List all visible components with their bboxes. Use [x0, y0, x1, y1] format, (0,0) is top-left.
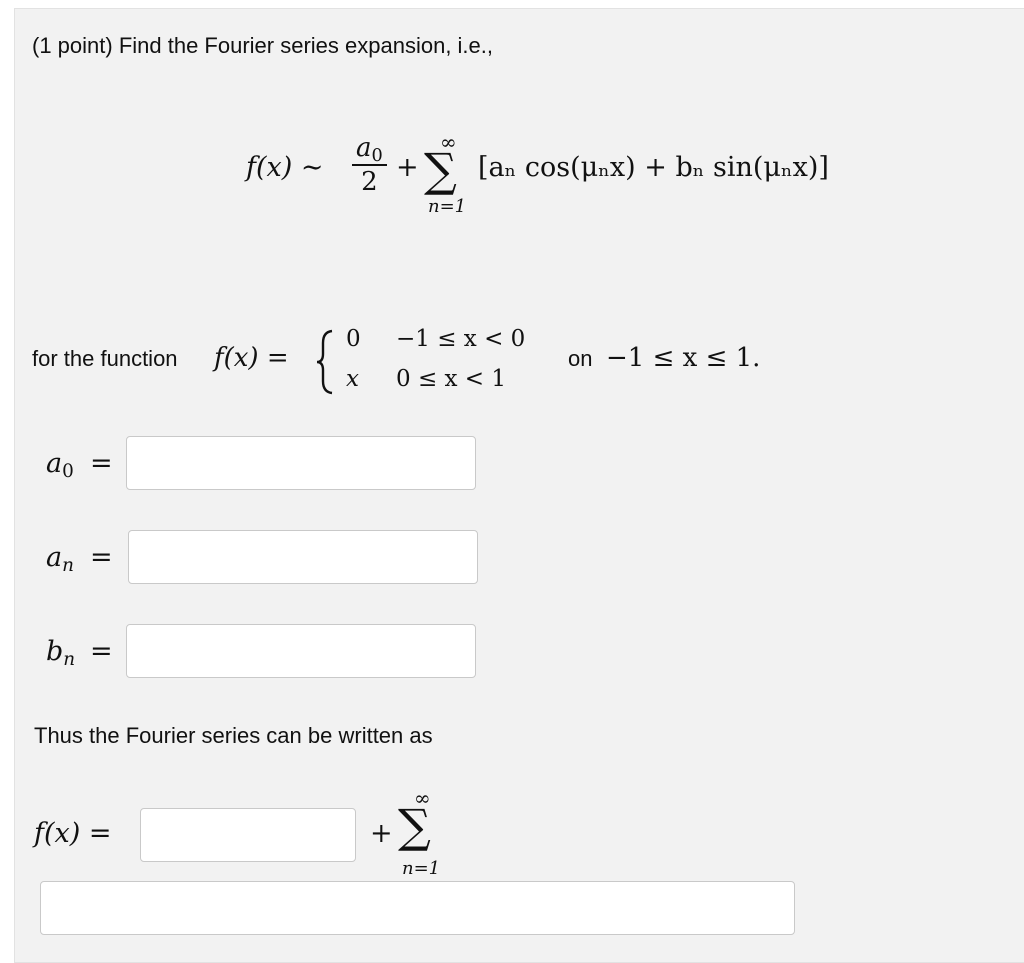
an-equals: =	[90, 542, 113, 573]
bn-input[interactable]	[126, 624, 476, 678]
case2-value: x	[346, 366, 359, 392]
bn-equals: =	[90, 636, 113, 667]
series-plus: +	[396, 152, 419, 183]
function-lhs: f(x) =	[214, 343, 289, 373]
a0-label: a0	[46, 448, 74, 483]
a0-equals: =	[90, 448, 113, 479]
case1-condition: −1 ≤ x < 0	[396, 326, 526, 352]
domain-prefix: on	[568, 346, 593, 371]
an-label: an	[46, 542, 74, 577]
domain-range: −1 ≤ x ≤ 1.	[606, 343, 761, 373]
final-sum-lower-limit: n=1	[402, 858, 441, 879]
series-lhs: f(x) ∼	[246, 152, 324, 183]
function-prefix: for the function	[32, 346, 178, 371]
bn-label: bn	[46, 636, 76, 671]
final-sum-sigma: ∑	[398, 799, 431, 853]
final-sum-term-input[interactable]	[40, 881, 795, 935]
a0-input[interactable]	[126, 436, 476, 490]
series-term: [aₙ cos(μₙx) + bₙ sin(μₙx)]	[478, 152, 829, 183]
final-lhs: f(x) =	[34, 818, 112, 849]
case2-condition: 0 ≤ x < 1	[396, 366, 507, 392]
series-fraction: a0 2	[352, 134, 387, 198]
case1-value: 0	[346, 326, 361, 352]
fraction-denominator: 2	[361, 167, 378, 198]
thus-text: Thus the Fourier series can be written a…	[34, 723, 433, 748]
sum-sigma: ∑	[424, 143, 457, 197]
piecewise-brace	[316, 329, 333, 395]
problem-intro: (1 point) Find the Fourier series expans…	[32, 33, 494, 58]
fraction-numerator: a0	[352, 134, 387, 167]
sum-lower-limit: n=1	[428, 196, 467, 217]
an-input[interactable]	[128, 530, 478, 584]
final-plus: +	[370, 818, 393, 849]
final-first-term-input[interactable]	[140, 808, 356, 862]
